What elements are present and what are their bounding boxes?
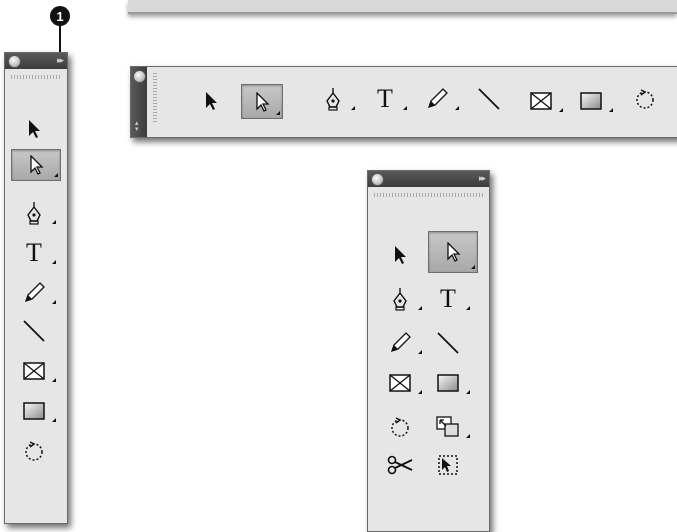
flyout-indicator [471, 265, 475, 269]
line-icon [437, 332, 459, 354]
pen-tool[interactable] [319, 85, 355, 113]
type-icon: T [26, 238, 42, 267]
direct-selection-tool[interactable] [428, 231, 478, 273]
flyout-indicator [52, 300, 56, 304]
flyout-indicator [351, 106, 355, 110]
tools-panel-horizontal: ▴ ▾ T [130, 66, 677, 138]
double-arrow-right-icon[interactable]: ▸▸ [479, 173, 486, 184]
tools-panel-double-column: ▸▸ T [367, 170, 490, 532]
flyout-indicator [455, 106, 459, 110]
close-icon[interactable] [133, 70, 146, 83]
flyout-indicator [52, 418, 56, 422]
line-tool[interactable] [434, 329, 462, 357]
flyout-indicator [276, 111, 280, 115]
panel-grip[interactable] [153, 73, 157, 123]
line-tool[interactable] [20, 317, 48, 345]
line-icon [478, 88, 500, 110]
panel-grip[interactable] [11, 75, 61, 79]
panel-titlebar[interactable]: ▸▸ [5, 53, 67, 69]
rectangle-frame-tool[interactable] [20, 357, 56, 385]
selection-arrow-icon [29, 120, 40, 138]
rectangle-frame-tool[interactable] [527, 87, 563, 115]
flyout-indicator [609, 108, 613, 112]
direct-selection-tool[interactable] [241, 84, 283, 119]
free-transform-tool[interactable] [434, 451, 462, 479]
scale-icon [436, 416, 459, 437]
scissors-tool[interactable] [386, 451, 414, 479]
flyout-indicator [418, 306, 422, 310]
scissors-icon [387, 455, 413, 475]
flyout-indicator [559, 108, 563, 112]
panel-grip[interactable] [374, 193, 483, 197]
scale-tool[interactable] [434, 413, 470, 441]
pen-tool[interactable] [386, 285, 422, 313]
pencil-icon [24, 282, 45, 303]
rectangle-frame-icon [23, 362, 45, 380]
line-tool[interactable] [475, 85, 503, 113]
double-arrow-vertical-icon[interactable]: ▴ ▾ [135, 120, 139, 133]
rectangle-icon [580, 92, 602, 110]
rotate-tool[interactable] [631, 85, 659, 113]
free-transform-icon [438, 455, 458, 475]
flyout-indicator [54, 173, 58, 177]
pencil-tool[interactable] [386, 329, 422, 357]
rectangle-icon [23, 402, 45, 420]
double-arrow-right-icon[interactable]: ▸▸ [57, 55, 64, 66]
rectangle-tool[interactable] [434, 369, 470, 397]
type-tool[interactable]: T [434, 284, 470, 313]
pencil-icon [390, 332, 411, 353]
line-icon [23, 320, 45, 342]
callout-badge: 1 [50, 6, 70, 26]
direct-selection-arrow-icon [30, 155, 44, 175]
flyout-indicator [466, 306, 470, 310]
pen-nib-icon [393, 288, 407, 311]
rotate-icon [636, 89, 654, 109]
flyout-indicator [52, 378, 56, 382]
panel-sidebar[interactable]: ▴ ▾ [131, 67, 147, 137]
rectangle-icon [437, 374, 459, 392]
flyout-indicator [418, 350, 422, 354]
pen-nib-icon [27, 202, 41, 225]
rotate-icon [391, 417, 409, 437]
rotate-tool[interactable] [386, 413, 414, 441]
direct-selection-arrow-icon [256, 91, 270, 112]
flyout-indicator [466, 390, 470, 394]
rotate-icon [25, 441, 43, 461]
pencil-tool[interactable] [423, 85, 459, 113]
close-icon[interactable] [371, 173, 384, 186]
rectangle-frame-icon [530, 92, 552, 110]
type-tool[interactable]: T [371, 84, 407, 113]
flyout-indicator [418, 390, 422, 394]
flyout-indicator [52, 220, 56, 224]
pencil-tool[interactable] [20, 279, 56, 307]
selection-tool[interactable] [197, 87, 225, 115]
rotate-tool[interactable] [20, 437, 48, 465]
flyout-indicator [403, 106, 407, 110]
close-icon[interactable] [8, 55, 21, 68]
flyout-indicator [466, 434, 470, 438]
type-tool[interactable]: T [20, 238, 56, 267]
rectangle-frame-icon [389, 374, 411, 392]
type-icon: T [440, 284, 456, 313]
rectangle-tool[interactable] [20, 397, 56, 425]
selection-arrow-icon [395, 246, 406, 264]
pencil-icon [427, 88, 448, 109]
panel-titlebar[interactable]: ▸▸ [368, 171, 489, 187]
tools-panel-single-column: ▸▸ T [4, 52, 68, 524]
direct-selection-tool[interactable] [11, 149, 61, 181]
type-icon: T [377, 84, 393, 113]
rectangle-tool[interactable] [577, 87, 613, 115]
flyout-indicator [52, 260, 56, 264]
selection-tool[interactable] [20, 115, 48, 143]
direct-selection-arrow-icon [447, 242, 461, 262]
pen-nib-icon [326, 88, 340, 111]
top-panel-edge [128, 0, 677, 14]
rectangle-frame-tool[interactable] [386, 369, 422, 397]
selection-tool[interactable] [386, 241, 414, 269]
selection-arrow-icon [206, 92, 217, 110]
pen-tool[interactable] [20, 199, 56, 227]
